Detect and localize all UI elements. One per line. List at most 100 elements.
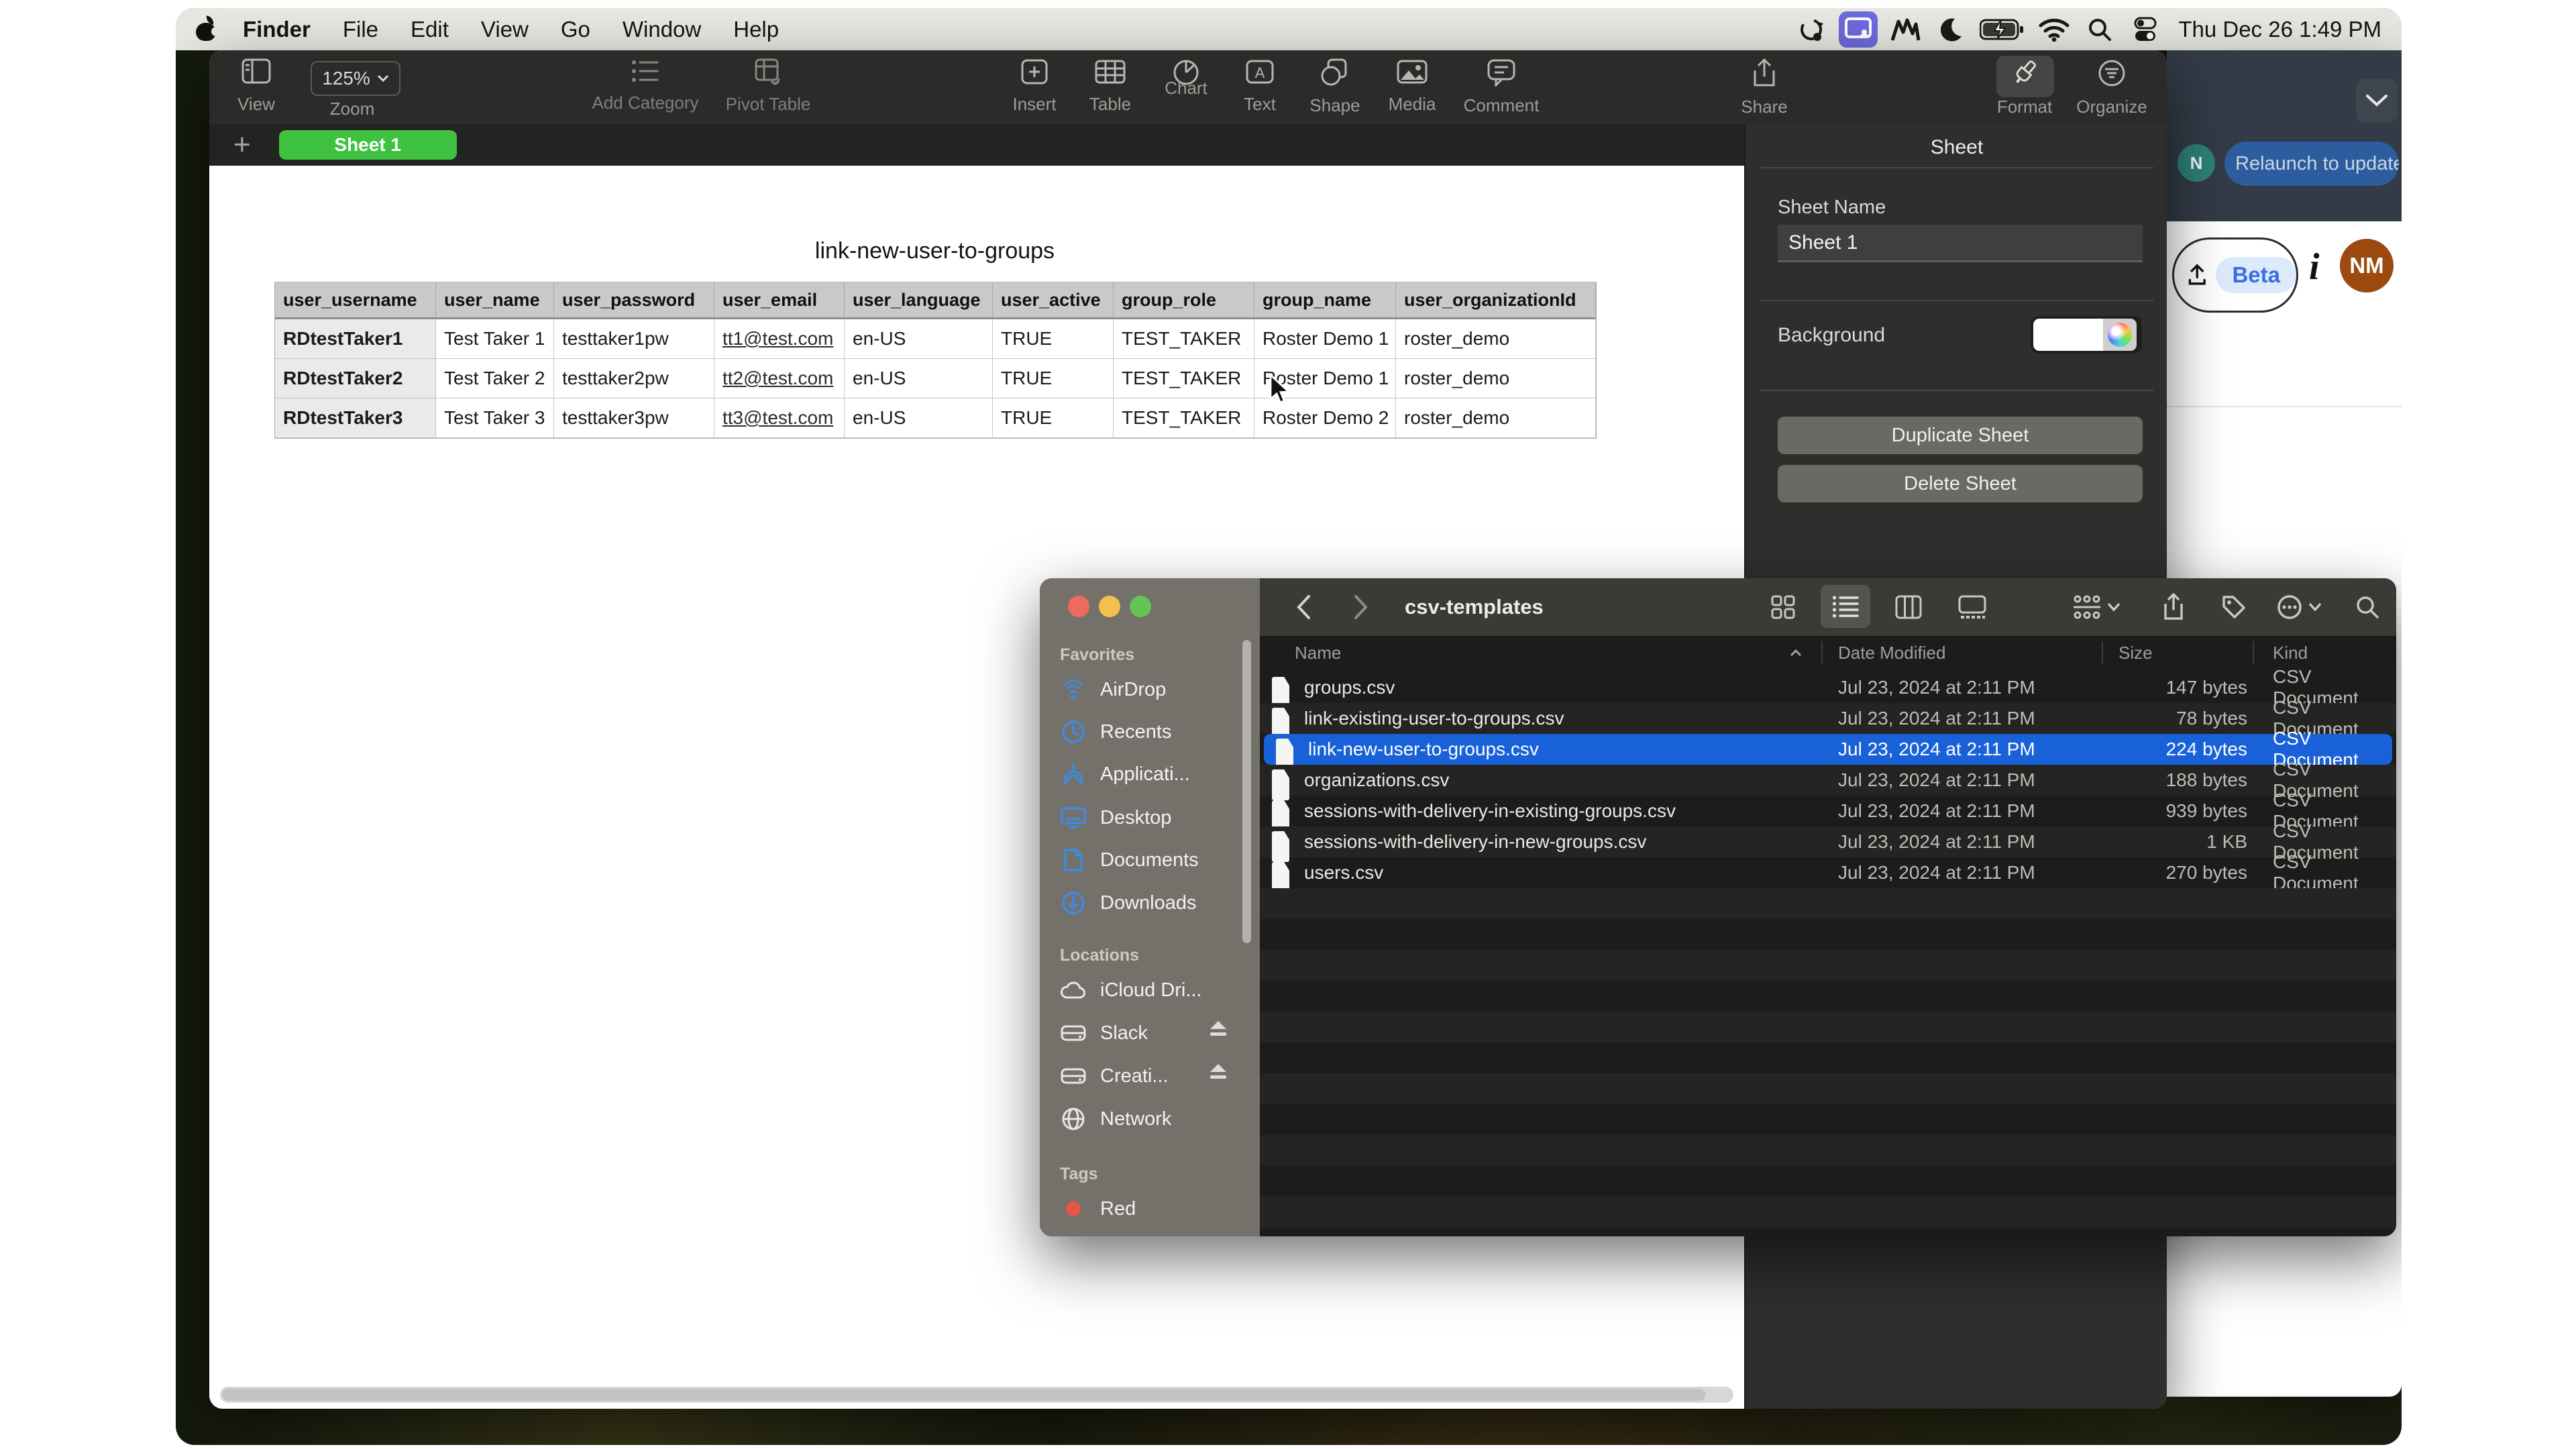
column-header[interactable]: user_username bbox=[275, 282, 436, 319]
info-icon[interactable]: i bbox=[2309, 246, 2320, 288]
file-row[interactable]: users.csv Jul 23, 2024 at 2:11 PM 270 by… bbox=[1260, 857, 2396, 888]
column-view-icon[interactable] bbox=[1885, 578, 1932, 636]
cell[interactable]: en-US bbox=[845, 319, 993, 359]
peaks-status-icon[interactable] bbox=[1887, 14, 1923, 45]
horizontal-scrollbar[interactable] bbox=[220, 1387, 1733, 1403]
cell[interactable]: TRUE bbox=[993, 359, 1114, 398]
file-row[interactable]: sessions-with-delivery-in-existing-group… bbox=[1260, 796, 2396, 826]
cell[interactable]: RDtestTaker3 bbox=[275, 398, 436, 438]
gallery-view-icon[interactable] bbox=[1949, 578, 1996, 636]
table-title[interactable]: link-new-user-to-groups bbox=[274, 238, 1595, 264]
sidebar-item-recents[interactable]: Recents bbox=[1060, 713, 1171, 751]
menu-bar-clock[interactable]: Thu Dec 26 1:49 PM bbox=[2173, 17, 2381, 42]
column-header-kind[interactable]: Kind bbox=[2273, 636, 2308, 669]
cell[interactable]: Test Taker 3 bbox=[436, 398, 554, 438]
screen-mirroring-icon[interactable] bbox=[1839, 11, 1878, 48]
close-button[interactable] bbox=[1068, 596, 1089, 617]
sidebar-item-downloads[interactable]: Downloads bbox=[1060, 884, 1196, 922]
sidebar-item-creative-volume[interactable]: Creati... bbox=[1060, 1057, 1169, 1095]
menu-file[interactable]: File bbox=[327, 17, 394, 42]
sidebar-item-icloud[interactable]: iCloud Dri... bbox=[1060, 971, 1202, 1009]
column-header[interactable]: user_language bbox=[845, 282, 993, 319]
share-icon[interactable] bbox=[2150, 578, 2197, 636]
background-color-well[interactable] bbox=[2031, 316, 2142, 354]
cell[interactable]: roster_demo bbox=[1396, 319, 1596, 359]
back-button[interactable] bbox=[1280, 578, 1327, 636]
pivot-table-button[interactable]: Pivot Table bbox=[711, 58, 825, 115]
focus-moon-icon[interactable] bbox=[1933, 14, 1969, 45]
forward-button[interactable] bbox=[1338, 578, 1385, 636]
upload-beta-pill[interactable]: Beta bbox=[2172, 237, 2298, 313]
column-header[interactable]: user_active bbox=[993, 282, 1114, 319]
cell[interactable]: RDtestTaker1 bbox=[275, 319, 436, 359]
sidebar-item-applications[interactable]: Applicati... bbox=[1060, 755, 1190, 793]
minimize-button[interactable] bbox=[1099, 596, 1120, 617]
file-row[interactable]: groups.csv Jul 23, 2024 at 2:11 PM 147 b… bbox=[1260, 672, 2396, 703]
cell[interactable]: en-US bbox=[845, 398, 993, 438]
eject-icon[interactable] bbox=[1206, 1061, 1230, 1081]
column-header-size[interactable]: Size bbox=[2118, 636, 2153, 669]
more-options-icon[interactable] bbox=[2263, 578, 2335, 636]
duplicate-sheet-button[interactable]: Duplicate Sheet bbox=[1778, 417, 2143, 454]
delete-sheet-button[interactable]: Delete Sheet bbox=[1778, 465, 2143, 502]
grid-view-icon[interactable] bbox=[1760, 578, 1807, 636]
sidebar-item-slack-volume[interactable]: Slack bbox=[1060, 1014, 1148, 1052]
share-button[interactable]: Share bbox=[1707, 58, 1821, 117]
menu-view[interactable]: View bbox=[465, 17, 545, 42]
sync-status-icon[interactable] bbox=[1793, 14, 1829, 45]
sheet-name-input[interactable] bbox=[1778, 225, 2143, 262]
cell[interactable]: TEST_TAKER bbox=[1114, 398, 1254, 438]
cell-email-link[interactable]: tt1@test.com bbox=[714, 319, 845, 359]
group-by-icon[interactable] bbox=[2059, 578, 2133, 636]
column-header[interactable]: group_name bbox=[1254, 282, 1396, 319]
battery-charging-icon[interactable] bbox=[1978, 14, 2027, 45]
cell-email-link[interactable]: tt3@test.com bbox=[714, 398, 845, 438]
search-icon[interactable] bbox=[2344, 578, 2391, 636]
browser-dropdown-button[interactable] bbox=[2356, 78, 2398, 123]
file-row[interactable]: sessions-with-delivery-in-new-groups.csv… bbox=[1260, 826, 2396, 857]
cell[interactable]: testtaker2pw bbox=[554, 359, 714, 398]
comment-button[interactable]: Comment bbox=[1444, 58, 1558, 116]
file-row[interactable]: link-existing-user-to-groups.csv Jul 23,… bbox=[1260, 703, 2396, 734]
cell[interactable]: RDtestTaker2 bbox=[275, 359, 436, 398]
tag-icon[interactable] bbox=[2210, 578, 2257, 636]
sidebar-item-tag-red[interactable]: Red bbox=[1060, 1190, 1136, 1228]
menu-finder[interactable]: Finder bbox=[227, 17, 327, 42]
column-header[interactable]: group_role bbox=[1114, 282, 1254, 319]
menu-edit[interactable]: Edit bbox=[394, 17, 465, 42]
sidebar-scrollbar[interactable] bbox=[1242, 640, 1251, 943]
spotlight-search-icon[interactable] bbox=[2082, 14, 2118, 45]
control-center-icon[interactable] bbox=[2127, 14, 2163, 45]
wifi-icon[interactable] bbox=[2036, 14, 2072, 45]
column-header[interactable]: user_email bbox=[714, 282, 845, 319]
cell[interactable]: TRUE bbox=[993, 319, 1114, 359]
apple-menu-icon[interactable] bbox=[196, 17, 216, 42]
menu-go[interactable]: Go bbox=[545, 17, 606, 42]
relaunch-to-update-button[interactable]: Relaunch to update bbox=[2224, 142, 2399, 186]
cell[interactable]: TEST_TAKER bbox=[1114, 319, 1254, 359]
sheet-tab[interactable]: Sheet 1 bbox=[279, 130, 457, 160]
column-header[interactable]: user_organizationId bbox=[1396, 282, 1596, 319]
cell[interactable]: en-US bbox=[845, 359, 993, 398]
sidebar-item-desktop[interactable]: Desktop bbox=[1060, 799, 1171, 837]
column-header[interactable]: user_password bbox=[554, 282, 714, 319]
zoom-window-button[interactable] bbox=[1130, 596, 1151, 617]
sidebar-item-documents[interactable]: Documents bbox=[1060, 841, 1199, 879]
sidebar-item-network[interactable]: Network bbox=[1060, 1100, 1171, 1138]
eject-icon[interactable] bbox=[1206, 1018, 1230, 1038]
cell[interactable]: Roster Demo 1 bbox=[1254, 319, 1396, 359]
column-header[interactable]: user_name bbox=[436, 282, 554, 319]
cell[interactable]: testtaker3pw bbox=[554, 398, 714, 438]
avatar-n[interactable]: N bbox=[2178, 144, 2215, 182]
organize-button[interactable]: Organize bbox=[2055, 58, 2167, 117]
menu-window[interactable]: Window bbox=[606, 17, 717, 42]
column-header-date[interactable]: Date Modified bbox=[1838, 636, 1945, 669]
avatar-nm[interactable]: NM bbox=[2340, 239, 2394, 292]
file-row-selected[interactable]: link-new-user-to-groups.csv Jul 23, 2024… bbox=[1264, 734, 2392, 765]
column-header-name[interactable]: Name bbox=[1295, 636, 1341, 669]
cell[interactable]: roster_demo bbox=[1396, 359, 1596, 398]
cell[interactable]: Test Taker 1 bbox=[436, 319, 554, 359]
file-row[interactable]: organizations.csv Jul 23, 2024 at 2:11 P… bbox=[1260, 765, 2396, 796]
zoom-level-dropdown[interactable]: 125% bbox=[311, 61, 400, 96]
cell[interactable]: roster_demo bbox=[1396, 398, 1596, 438]
